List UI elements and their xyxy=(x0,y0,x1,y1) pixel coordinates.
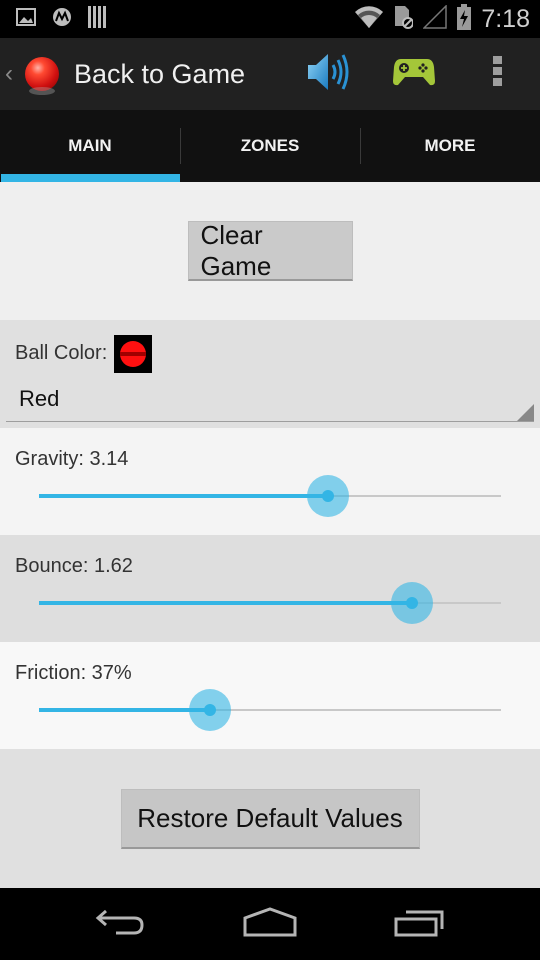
dropdown-arrow-icon xyxy=(517,404,534,421)
barcode-icon xyxy=(88,5,106,33)
restore-defaults-button[interactable]: Restore Default Values xyxy=(120,788,420,849)
sim-blocked-icon xyxy=(393,5,415,34)
gravity-slider-fill xyxy=(39,494,329,498)
games-button[interactable] xyxy=(391,52,437,96)
navigation-bar xyxy=(0,888,540,960)
bounce-slider-thumb[interactable] xyxy=(390,582,433,624)
friction-section: Friction: 37% xyxy=(0,642,540,749)
bounce-label: Bounce: 1.62 xyxy=(15,555,133,577)
friction-slider-thumb[interactable] xyxy=(188,689,231,731)
image-notification-icon xyxy=(16,7,36,31)
gravity-slider-thumb[interactable] xyxy=(307,475,350,517)
ball-color-dropdown[interactable]: Red xyxy=(6,380,534,422)
chevron-left-icon: ‹ xyxy=(5,60,13,87)
home-button[interactable] xyxy=(235,906,305,942)
bounce-section: Bounce: 1.62 xyxy=(0,535,540,642)
clock: 7:18 xyxy=(481,4,530,33)
bounce-slider-fill xyxy=(39,601,412,605)
friction-label: Friction: 37% xyxy=(15,662,132,684)
main-content: Clear Game Ball Color: Red Gravity: 3.14… xyxy=(0,182,540,888)
ball-color-swatch xyxy=(114,335,152,373)
recent-apps-icon xyxy=(394,907,446,942)
gravity-label: Gravity: 3.14 xyxy=(15,448,129,470)
tab-zones[interactable]: ZONES xyxy=(180,110,360,182)
action-bar: ‹ Back to Game xyxy=(0,38,540,110)
home-icon xyxy=(242,906,298,942)
wifi-icon xyxy=(355,5,384,33)
gamepad-icon xyxy=(393,57,435,92)
page-title: Back to Game xyxy=(74,58,246,89)
clear-game-button[interactable]: Clear Game xyxy=(187,220,353,281)
friction-slider-fill xyxy=(39,708,210,712)
ball-color-label: Ball Color: xyxy=(15,342,108,364)
friction-slider[interactable] xyxy=(39,689,501,731)
restore-section: Restore Default Values xyxy=(0,749,540,888)
speaker-icon xyxy=(306,51,352,98)
ball-color-selected: Red xyxy=(19,386,60,411)
tab-more[interactable]: MORE xyxy=(360,110,540,182)
bounce-slider[interactable] xyxy=(39,582,501,624)
back-icon xyxy=(94,907,146,942)
tab-zones-label: ZONES xyxy=(240,136,300,155)
battery-charging-icon xyxy=(457,3,472,35)
overflow-menu-icon xyxy=(493,55,503,93)
ball-color-section: Ball Color: Red xyxy=(0,320,540,428)
ball-swatch-icon xyxy=(120,341,146,367)
back-button[interactable] xyxy=(85,906,155,942)
sound-button[interactable] xyxy=(306,52,352,96)
tab-more-label: MORE xyxy=(424,136,476,155)
gravity-slider[interactable] xyxy=(39,475,501,517)
clear-section: Clear Game xyxy=(0,182,540,320)
tab-main-label: MAIN xyxy=(68,136,112,155)
gravity-section: Gravity: 3.14 xyxy=(0,428,540,535)
tab-bar: MAIN ZONES MORE xyxy=(0,110,540,182)
motorola-icon xyxy=(52,7,72,32)
recent-apps-button[interactable] xyxy=(385,906,455,942)
tab-main[interactable]: MAIN xyxy=(0,110,180,182)
cell-signal-icon xyxy=(422,3,448,34)
overflow-menu-button[interactable] xyxy=(475,52,521,96)
red-ball-icon xyxy=(25,57,59,95)
status-bar: 7:18 xyxy=(0,0,540,38)
up-navigation-button[interactable]: ‹ Back to Game xyxy=(0,57,246,95)
